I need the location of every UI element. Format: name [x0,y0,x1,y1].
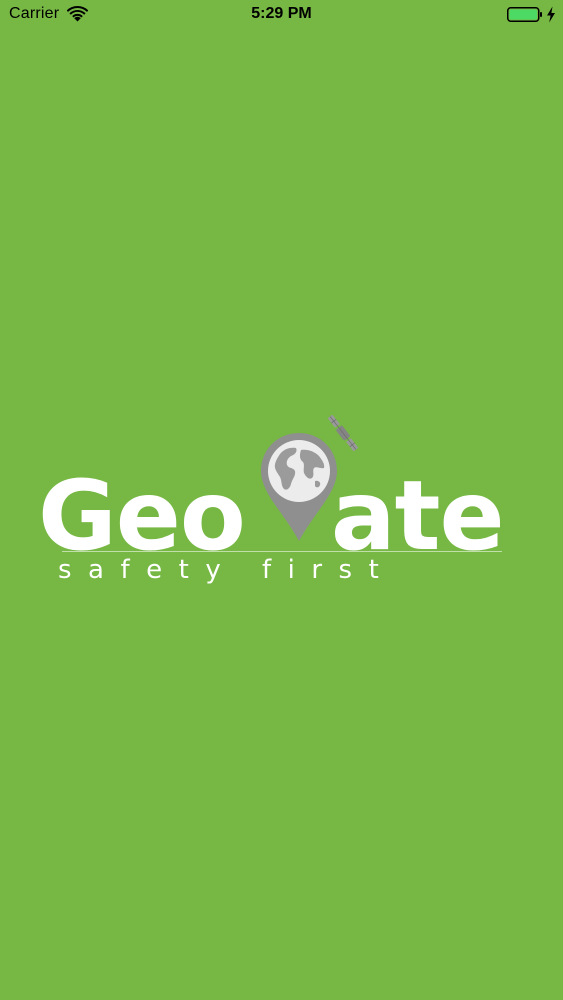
globe-location-pin-icon [261,433,337,541]
logo-tagline: safety first [58,555,396,585]
battery-charging-icon [507,7,542,22]
charging-bolt-icon [547,6,555,23]
status-bar: Carrier 5:29 PM [0,0,563,30]
logo-divider [62,551,502,552]
status-time: 5:29 PM [251,5,312,22]
geomate-logo: Geo ate safety first [38,405,518,590]
